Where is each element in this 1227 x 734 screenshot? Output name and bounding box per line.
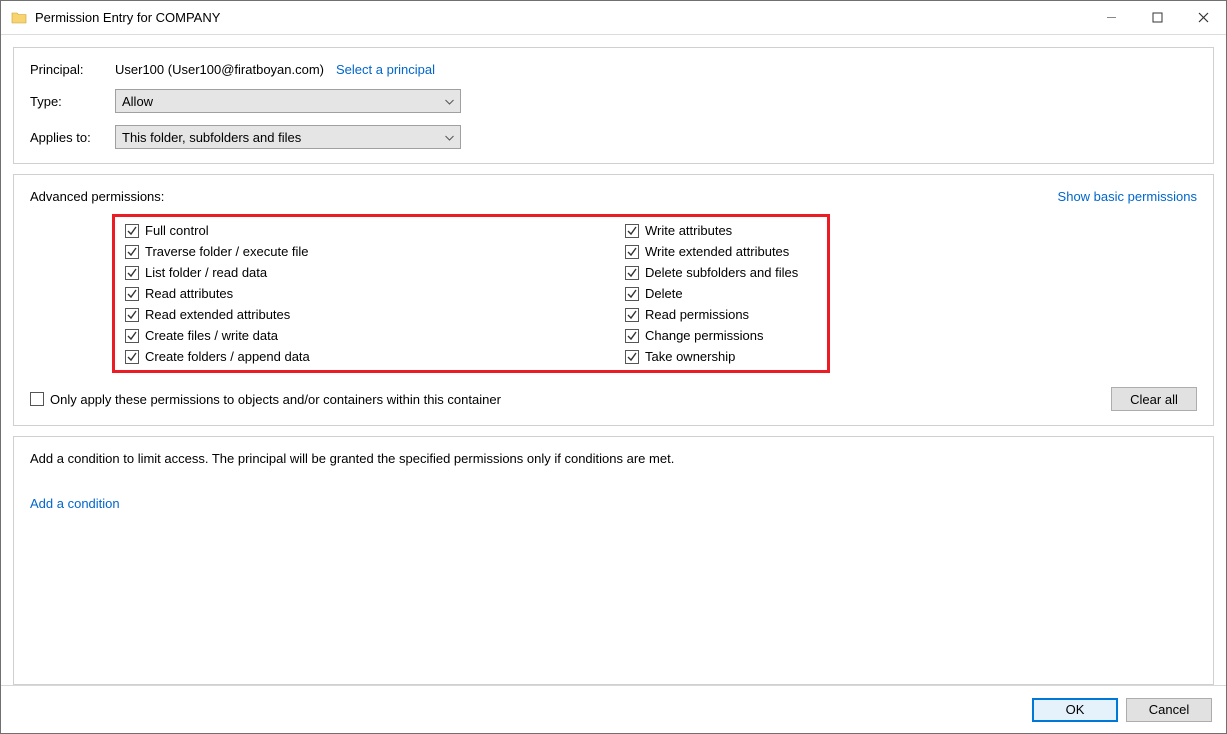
select-principal-link[interactable]: Select a principal [336, 62, 435, 77]
chevron-down-icon [445, 130, 454, 145]
condition-panel: Add a condition to limit access. The pri… [13, 436, 1214, 685]
permission-label: Full control [145, 223, 209, 238]
permission-checkbox[interactable] [125, 224, 139, 238]
permission-label: Read permissions [645, 307, 749, 322]
permission-checkbox[interactable] [125, 350, 139, 364]
type-combo[interactable]: Allow [115, 89, 461, 113]
permission-label: Change permissions [645, 328, 764, 343]
folder-icon [11, 10, 27, 26]
permission-label: Read extended attributes [145, 307, 290, 322]
permission-checkbox[interactable] [625, 287, 639, 301]
condition-description: Add a condition to limit access. The pri… [30, 451, 1197, 466]
permission-item: Delete [625, 286, 798, 301]
permission-label: Write attributes [645, 223, 732, 238]
permission-item: Write attributes [625, 223, 798, 238]
permission-checkbox[interactable] [125, 287, 139, 301]
permissions-column-left: Full control Traverse folder / execute fi… [125, 223, 625, 364]
permission-item: Read extended attributes [125, 307, 625, 322]
permission-checkbox[interactable] [625, 245, 639, 259]
titlebar: Permission Entry for COMPANY [1, 1, 1226, 35]
window-title: Permission Entry for COMPANY [35, 10, 220, 25]
permission-label: Create files / write data [145, 328, 278, 343]
clear-all-button[interactable]: Clear all [1111, 387, 1197, 411]
permission-checkbox[interactable] [625, 308, 639, 322]
only-apply-label: Only apply these permissions to objects … [50, 392, 501, 407]
permission-item: Change permissions [625, 328, 798, 343]
permission-entry-window: Permission Entry for COMPANY Principal: … [0, 0, 1227, 734]
permission-item: Full control [125, 223, 625, 238]
content-area: Principal: User100 (User100@firatboyan.c… [1, 35, 1226, 685]
advanced-permissions-label: Advanced permissions: [30, 189, 164, 204]
chevron-down-icon [445, 94, 454, 109]
permission-item: Read permissions [625, 307, 798, 322]
permission-item: Write extended attributes [625, 244, 798, 259]
advanced-permissions-panel: Advanced permissions: Show basic permiss… [13, 174, 1214, 426]
permission-label: Write extended attributes [645, 244, 789, 259]
permissions-column-right: Write attributes Write extended attribute… [625, 223, 798, 364]
applies-to-combo-value: This folder, subfolders and files [122, 130, 301, 145]
principal-value: User100 (User100@firatboyan.com) [115, 62, 324, 77]
permission-checkbox[interactable] [625, 266, 639, 280]
maximize-button[interactable] [1134, 1, 1180, 34]
close-button[interactable] [1180, 1, 1226, 34]
permission-item: Create folders / append data [125, 349, 625, 364]
applies-to-label: Applies to: [30, 130, 115, 145]
minimize-button[interactable] [1088, 1, 1134, 34]
permission-checkbox[interactable] [625, 224, 639, 238]
permission-checkbox[interactable] [125, 266, 139, 280]
permission-label: Traverse folder / execute file [145, 244, 309, 259]
permission-item: Delete subfolders and files [625, 265, 798, 280]
permission-checkbox[interactable] [125, 245, 139, 259]
principal-panel: Principal: User100 (User100@firatboyan.c… [13, 47, 1214, 164]
permission-item: List folder / read data [125, 265, 625, 280]
permission-item: Read attributes [125, 286, 625, 301]
permission-checkbox[interactable] [625, 350, 639, 364]
permission-label: Read attributes [145, 286, 233, 301]
show-basic-permissions-link[interactable]: Show basic permissions [1058, 189, 1197, 204]
type-label: Type: [30, 94, 115, 109]
ok-button[interactable]: OK [1032, 698, 1118, 722]
dialog-footer: OK Cancel [1, 685, 1226, 733]
permission-item: Traverse folder / execute file [125, 244, 625, 259]
add-condition-link[interactable]: Add a condition [30, 496, 120, 511]
permission-label: Create folders / append data [145, 349, 310, 364]
principal-label: Principal: [30, 62, 115, 77]
permission-label: Take ownership [645, 349, 735, 364]
cancel-button[interactable]: Cancel [1126, 698, 1212, 722]
permission-label: Delete [645, 286, 683, 301]
type-combo-value: Allow [122, 94, 153, 109]
permission-checkbox[interactable] [125, 329, 139, 343]
permission-label: List folder / read data [145, 265, 267, 280]
applies-to-combo[interactable]: This folder, subfolders and files [115, 125, 461, 149]
permission-item: Take ownership [625, 349, 798, 364]
permission-checkbox[interactable] [125, 308, 139, 322]
permission-label: Delete subfolders and files [645, 265, 798, 280]
only-apply-checkbox[interactable] [30, 392, 44, 406]
permission-checkbox[interactable] [625, 329, 639, 343]
permission-item: Create files / write data [125, 328, 625, 343]
permissions-highlight-box: Full control Traverse folder / execute fi… [112, 214, 830, 373]
